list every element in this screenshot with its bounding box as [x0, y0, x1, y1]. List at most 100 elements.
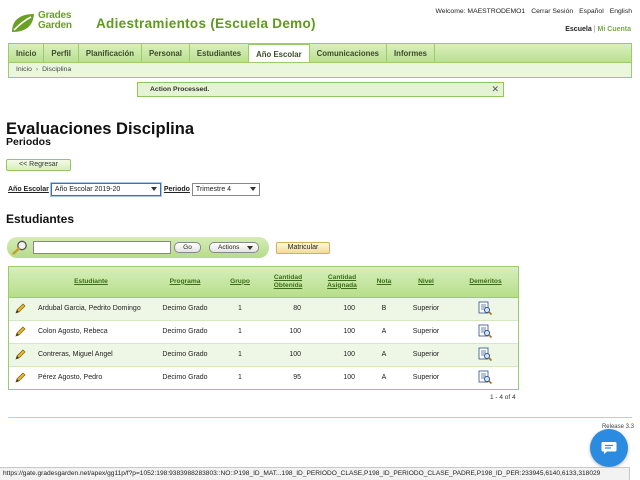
chevron-down-icon: [247, 246, 253, 250]
go-button[interactable]: Go: [174, 242, 201, 253]
level-cell: Superior: [399, 297, 453, 321]
tab-ano-escolar[interactable]: Año Escolar: [249, 44, 310, 64]
student-name: Pérez Agosto, Pedro: [31, 366, 151, 389]
lang-es-link[interactable]: Español: [579, 8, 604, 15]
document-search-icon[interactable]: [478, 301, 493, 316]
scope-school[interactable]: Escuela: [565, 26, 591, 33]
group-cell: 1: [219, 320, 261, 344]
grade-cell: A: [369, 366, 399, 389]
scope-my-account[interactable]: Mi Cuenta: [598, 26, 631, 33]
welcome-text: Welcome: MAESTRODEMO1: [435, 8, 526, 15]
main-nav: Inicio Perfil Planificación Personal Est…: [8, 43, 632, 64]
logout-link[interactable]: Cerrar Sesión: [531, 8, 573, 15]
period-select[interactable]: Trimestre 4: [191, 182, 260, 196]
document-search-icon[interactable]: [478, 324, 493, 339]
logo-leaf-icon: [12, 14, 34, 32]
group-cell: 1: [219, 297, 261, 321]
search-icon[interactable]: [12, 240, 28, 255]
edit-cell: [9, 343, 31, 367]
year-select-value: Año Escolar 2019-20: [54, 185, 121, 193]
logo-text: Grades Garden: [38, 10, 72, 31]
header-program[interactable]: Programa: [151, 267, 219, 298]
header-demerits[interactable]: Deméritos: [453, 267, 518, 298]
close-icon[interactable]: ✕: [491, 83, 499, 96]
tab-informes[interactable]: Informes: [387, 44, 435, 63]
breadcrumb: Inicio › Disciplina: [8, 62, 632, 78]
pencil-icon[interactable]: [14, 303, 26, 314]
program-cell: Decimo Grado: [151, 297, 219, 321]
grade-cell: A: [369, 320, 399, 344]
header-grade[interactable]: Nota: [369, 267, 399, 298]
student-name: Ardubal Garcia, Pedrito Domingo: [31, 297, 151, 321]
period-select-value: Trimestre 4: [195, 185, 232, 193]
breadcrumb-chevron-icon: ›: [35, 66, 39, 73]
actions-label: Actions: [218, 244, 240, 251]
top-links: Welcome: MAESTRODEMO1 Cerrar Sesión Espa…: [435, 8, 632, 15]
header-group[interactable]: Grupo: [219, 267, 261, 298]
year-select[interactable]: Año Escolar 2019-20: [50, 182, 161, 196]
program-cell: Decimo Grado: [151, 343, 219, 367]
obtained-cell: 95: [261, 366, 315, 389]
students-table: Estudiante Programa Grupo Cantidad Obteni…: [8, 266, 519, 390]
header-obtained[interactable]: Cantidad Obtenida: [261, 267, 315, 298]
document-search-icon[interactable]: [478, 370, 493, 385]
pencil-icon[interactable]: [14, 326, 26, 337]
header-student[interactable]: Estudiante: [31, 267, 151, 298]
lang-en-link[interactable]: English: [610, 8, 632, 15]
tab-planificacion[interactable]: Planificación: [79, 44, 142, 63]
header-assigned[interactable]: Cantidad Asignada: [315, 267, 369, 298]
header-level[interactable]: Nivel: [399, 267, 453, 298]
filter-row: Año Escolar Año Escolar 2019-20 Periodo …: [8, 182, 260, 196]
grade-cell: A: [369, 343, 399, 367]
obtained-cell: 100: [261, 320, 315, 344]
pagination-text: 1 - 4 of 4: [490, 394, 516, 401]
table-header-row: Estudiante Programa Grupo Cantidad Obteni…: [9, 267, 518, 298]
chat-button[interactable]: [590, 429, 628, 467]
tab-inicio[interactable]: Inicio: [9, 44, 45, 63]
student-name: Contreras, Miguel Angel: [31, 343, 151, 367]
back-button[interactable]: << Regresar: [6, 159, 71, 171]
alert-message: Action Processed.: [150, 86, 210, 93]
tab-estudiantes[interactable]: Estudiantes: [190, 44, 250, 63]
demerits-cell: [453, 343, 518, 367]
year-filter-label: Año Escolar: [8, 185, 49, 193]
chevron-down-icon: [249, 186, 256, 191]
breadcrumb-home[interactable]: Inicio: [16, 66, 32, 73]
pencil-icon[interactable]: [14, 372, 26, 383]
assigned-cell: 100: [315, 320, 369, 344]
header-obtained-line2: Obtenida: [273, 281, 303, 289]
search-toolbar: Go Actions: [7, 237, 269, 258]
pencil-icon[interactable]: [14, 349, 26, 360]
breadcrumb-current: Disciplina: [42, 66, 72, 73]
section-title: Estudiantes: [6, 212, 75, 226]
tab-perfil[interactable]: Perfil: [44, 44, 79, 63]
table-row: Ardubal Garcia, Pedrito Domingo Decimo G…: [9, 297, 518, 321]
page-subtitle: Periodos: [6, 136, 51, 148]
tab-comunicaciones[interactable]: Comunicaciones: [310, 44, 388, 63]
success-alert: Action Processed. ✕: [137, 82, 504, 97]
header-obtained-line1: Cantidad: [273, 273, 303, 281]
browser-status-url: https://gate.gradesgarden.net/apex/gg11p…: [0, 467, 630, 480]
program-cell: Decimo Grado: [151, 366, 219, 389]
chevron-down-icon: [150, 186, 157, 191]
logo[interactable]: Grades Garden: [10, 10, 90, 34]
app-title: Adiestramientos (Escuela Demo): [96, 16, 316, 31]
document-search-icon[interactable]: [478, 347, 493, 362]
table-row: Contreras, Miguel Angel Decimo Grado 1 1…: [9, 343, 518, 367]
enroll-button[interactable]: Matricular: [276, 242, 330, 254]
chat-bubble-icon: [601, 442, 617, 454]
demerits-cell: [453, 320, 518, 344]
header-assigned-line2: Asignada: [327, 281, 357, 289]
footer-divider: [8, 417, 632, 418]
student-name: Colon Agosto, Rebeca: [31, 320, 151, 344]
table-row: Colon Agosto, Rebeca Decimo Grado 1 100 …: [9, 320, 518, 344]
period-filter-label: Periodo: [163, 185, 190, 193]
grade-cell: B: [369, 297, 399, 321]
demerits-cell: [453, 297, 518, 321]
tab-personal[interactable]: Personal: [142, 44, 190, 63]
obtained-cell: 80: [261, 297, 315, 321]
search-input[interactable]: [33, 241, 171, 254]
group-cell: 1: [219, 343, 261, 367]
actions-menu-button[interactable]: Actions: [209, 242, 259, 253]
edit-cell: [9, 297, 31, 321]
